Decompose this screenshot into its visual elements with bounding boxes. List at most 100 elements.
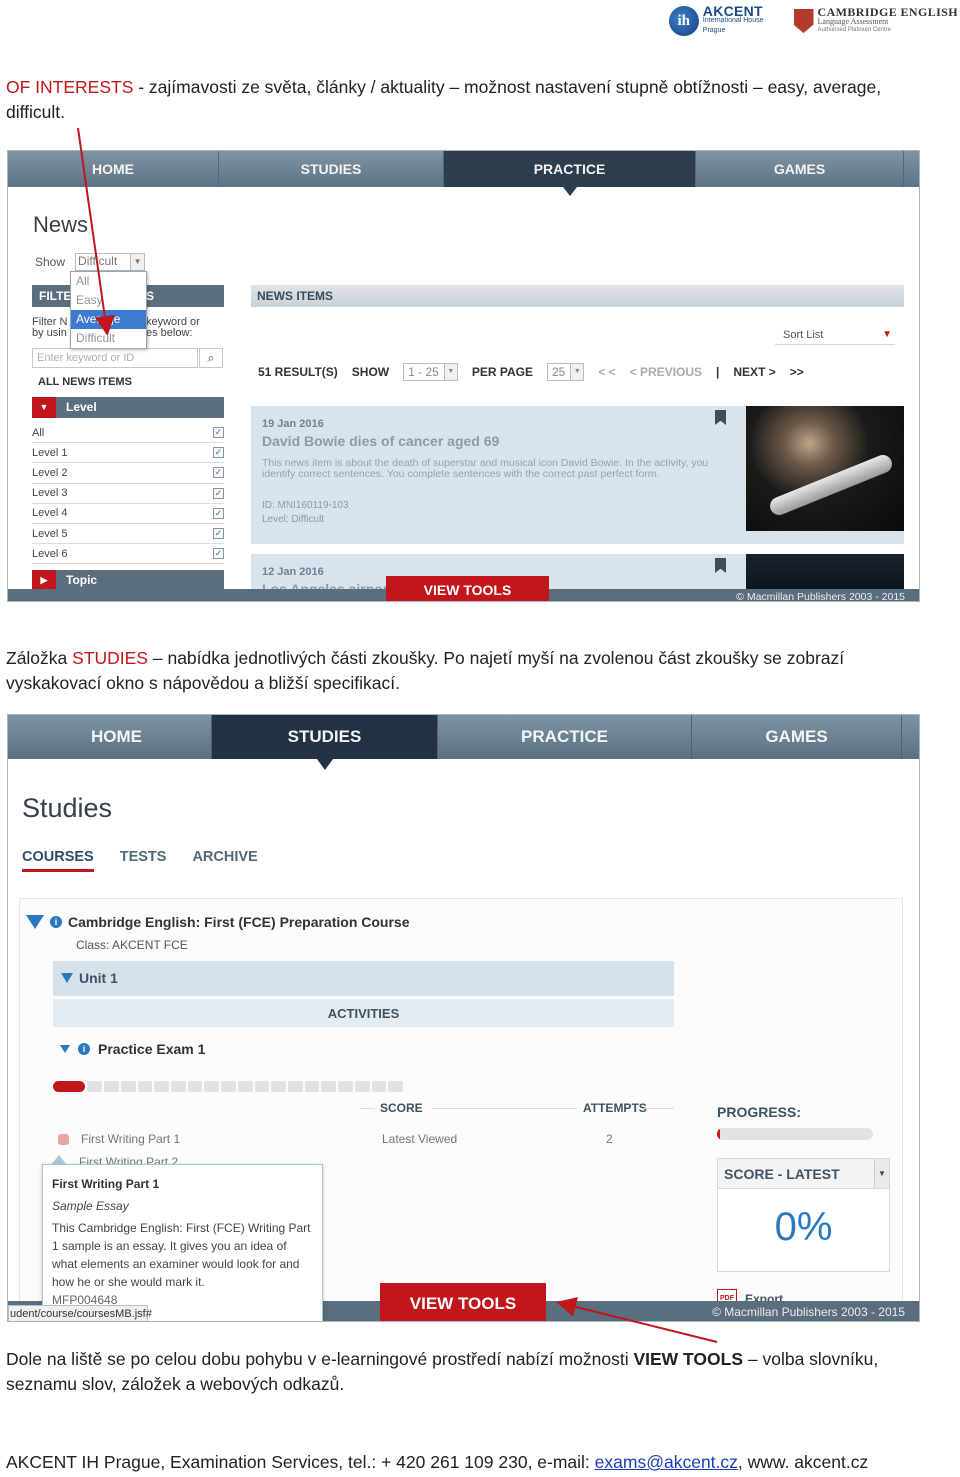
level-row[interactable]: Level 5 ✓ bbox=[32, 524, 224, 545]
dropdown-option-easy[interactable]: Easy bbox=[71, 291, 146, 310]
progress-bar bbox=[717, 1128, 873, 1140]
search-icon[interactable]: ⌕ bbox=[199, 348, 223, 368]
tooltip-subtitle: Sample Essay bbox=[52, 1199, 129, 1213]
topic-filter-header[interactable]: ▶ Topic bbox=[32, 570, 224, 591]
practice-news-screenshot: HOME STUDIES PRACTICE GAMES News Show Di… bbox=[7, 150, 920, 602]
expand-triangle-icon: ▶ bbox=[32, 570, 56, 591]
tab-tests[interactable]: TESTS bbox=[120, 849, 167, 872]
level-row-label: Level 6 bbox=[32, 547, 68, 560]
collapse-triangle-icon bbox=[60, 1045, 70, 1053]
level-row[interactable]: Level 3 ✓ bbox=[32, 484, 224, 504]
nav-games[interactable]: GAMES bbox=[692, 715, 902, 759]
difficulty-select-value: Difficult bbox=[78, 254, 118, 268]
tab-courses[interactable]: COURSES bbox=[22, 849, 94, 872]
activity-name[interactable]: First Writing Part 1 bbox=[81, 1132, 180, 1146]
collapse-triangle-icon[interactable] bbox=[26, 915, 44, 929]
nav-home[interactable]: HOME bbox=[8, 151, 219, 187]
score-column-header: SCORE bbox=[380, 1101, 423, 1115]
checkbox-checked-icon[interactable]: ✓ bbox=[213, 548, 224, 560]
news-item-photo bbox=[746, 406, 904, 531]
news-item-title[interactable]: David Bowie dies of cancer aged 69 bbox=[262, 433, 499, 449]
news-item-id: ID: MNI160119-103 bbox=[262, 500, 349, 511]
collapse-triangle-icon: ▼ bbox=[32, 397, 56, 418]
bookmark-icon[interactable] bbox=[715, 558, 726, 573]
result-count: 51 RESULT(S) bbox=[258, 365, 338, 379]
last-page-link[interactable]: >> bbox=[790, 365, 804, 379]
view-tools-button[interactable]: VIEW TOOLS bbox=[386, 576, 549, 601]
document-footer: AKCENT IH Prague, Examination Services, … bbox=[6, 1450, 956, 1475]
range-select-value: 1 - 25 bbox=[408, 365, 439, 379]
copyright: © Macmillan Publishers 2003 - 2015 bbox=[736, 591, 905, 602]
show-range-label: SHOW bbox=[351, 365, 390, 379]
level-row-label: Level 2 bbox=[32, 466, 68, 479]
interests-highlight: OF INTERESTS bbox=[6, 77, 134, 97]
score-type-select[interactable]: SCORE - LATEST ▼ bbox=[718, 1159, 889, 1189]
news-items-header: NEWS ITEMS bbox=[251, 285, 904, 307]
info-icon[interactable]: i bbox=[78, 1043, 90, 1055]
activity-row[interactable]: First Writing Part 1 bbox=[58, 1132, 180, 1146]
dropdown-option-difficult[interactable]: Difficult bbox=[71, 329, 146, 348]
checkbox-checked-icon[interactable]: ✓ bbox=[213, 467, 224, 479]
all-news-items-link[interactable]: ALL NEWS ITEMS bbox=[38, 376, 132, 388]
first-page-link[interactable]: < < bbox=[598, 365, 615, 379]
level-filter-header[interactable]: ▼ Level bbox=[32, 397, 224, 418]
studies-screenshot: HOME STUDIES PRACTICE GAMES Studies COUR… bbox=[7, 714, 920, 1322]
level-row[interactable]: All ✓ bbox=[32, 423, 224, 444]
sort-list-label: Sort List bbox=[783, 329, 824, 341]
studies-tabs: COURSES TESTS ARCHIVE bbox=[22, 849, 258, 872]
sort-list-select[interactable]: Sort List ▼ bbox=[775, 325, 895, 345]
nav-home[interactable]: HOME bbox=[22, 715, 212, 759]
practice-exam-label: Practice Exam 1 bbox=[98, 1041, 206, 1057]
checkbox-checked-icon[interactable]: ✓ bbox=[213, 447, 224, 459]
activity-progress-segments bbox=[53, 1081, 404, 1092]
akcent-logo-sub2: Prague bbox=[702, 27, 726, 34]
footer-email-link[interactable]: exams@akcent.cz bbox=[595, 1452, 738, 1472]
page-title: Studies bbox=[22, 793, 113, 823]
checkbox-checked-icon[interactable]: ✓ bbox=[213, 427, 224, 439]
checkbox-checked-icon[interactable]: ✓ bbox=[213, 507, 224, 519]
nav-games[interactable]: GAMES bbox=[696, 151, 904, 187]
tab-archive[interactable]: ARCHIVE bbox=[192, 849, 257, 872]
keyword-search-input[interactable]: Enter keyword or ID bbox=[32, 348, 198, 368]
per-page-select[interactable]: 25 ▼ bbox=[546, 363, 585, 381]
checkbox-checked-icon[interactable]: ✓ bbox=[213, 487, 224, 499]
status-square-icon bbox=[58, 1133, 69, 1145]
course-class: Class: AKCENT FCE bbox=[76, 938, 188, 952]
difficulty-select[interactable]: Difficult ▼ bbox=[75, 253, 146, 271]
course-header[interactable]: i Cambridge English: First (FCE) Prepara… bbox=[26, 914, 410, 930]
level-row[interactable]: Level 1 ✓ bbox=[32, 443, 224, 464]
difficulty-dropdown: All Easy Average Difficult bbox=[70, 271, 147, 349]
level-row[interactable]: Level 6 ✓ bbox=[32, 544, 224, 565]
level-row[interactable]: Level 2 ✓ bbox=[32, 463, 224, 484]
chevron-down-icon: ▼ bbox=[443, 364, 457, 380]
range-select[interactable]: 1 - 25 ▼ bbox=[403, 363, 458, 381]
score-type-value: SCORE - LATEST bbox=[724, 1166, 840, 1182]
level-row[interactable]: Level 4 ✓ bbox=[32, 504, 224, 524]
unit-header[interactable]: Unit 1 bbox=[53, 961, 674, 996]
nav-studies[interactable]: STUDIES bbox=[212, 715, 438, 770]
practice-exam-row[interactable]: i Practice Exam 1 bbox=[60, 1041, 205, 1057]
nav-practice[interactable]: PRACTICE bbox=[444, 151, 696, 196]
akcent-logo-sub1: International House bbox=[702, 17, 764, 24]
filter-text-d: es below: bbox=[146, 327, 193, 339]
nav-studies[interactable]: STUDIES bbox=[219, 151, 444, 187]
tooltip-body: This Cambridge English: First (FCE) Writ… bbox=[52, 1221, 311, 1289]
tooltip-title: First Writing Part 1 bbox=[52, 1177, 160, 1191]
news-item[interactable]: 19 Jan 2016 David Bowie dies of cancer a… bbox=[251, 406, 904, 544]
chevron-down-icon: ▼ bbox=[874, 1159, 889, 1188]
checkbox-checked-icon[interactable]: ✓ bbox=[213, 528, 224, 540]
previous-page-link[interactable]: < PREVIOUS bbox=[630, 365, 702, 379]
cambridge-logo: CAMBRIDGE ENGLISH Language Assessment Au… bbox=[793, 6, 959, 35]
news-item-level: Level: Difficult bbox=[262, 514, 325, 525]
bookmark-icon[interactable] bbox=[715, 410, 726, 425]
dropdown-option-all[interactable]: All bbox=[71, 272, 146, 291]
next-page-link[interactable]: NEXT > bbox=[733, 365, 775, 379]
intro-paragraph-studies: Záložka STUDIES – nabídka jednotlivých č… bbox=[6, 646, 926, 696]
nav-practice[interactable]: PRACTICE bbox=[438, 715, 692, 759]
chevron-down-icon: ▼ bbox=[570, 364, 584, 380]
info-icon[interactable]: i bbox=[50, 916, 62, 928]
copyright: © Macmillan Publishers 2003 - 2015 bbox=[712, 1305, 905, 1319]
news-item-date: 12 Jan 2016 bbox=[262, 566, 324, 578]
dropdown-option-average[interactable]: Average bbox=[71, 310, 146, 329]
view-tools-button[interactable]: VIEW TOOLS bbox=[380, 1283, 546, 1321]
